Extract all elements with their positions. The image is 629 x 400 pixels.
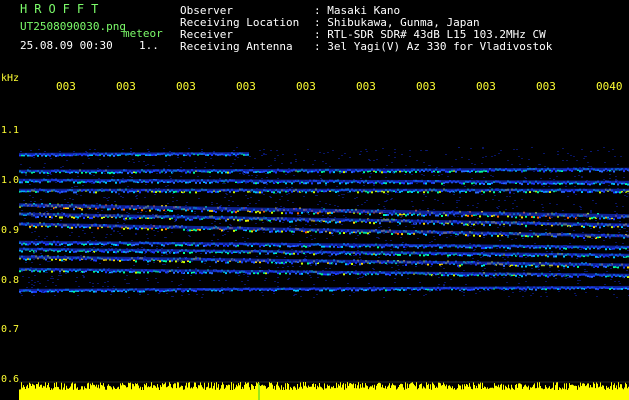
- date-time: 25.08.09 00:30: [20, 39, 113, 52]
- x-tick-1: 003: [56, 80, 76, 93]
- x-tick-7: 003: [416, 80, 436, 93]
- x-tick-2: 003: [116, 80, 136, 93]
- x-tick-6: 003: [356, 80, 376, 93]
- value-antenna: : 3el Yagi(V) Az 330 for Vladivostok: [314, 40, 553, 53]
- file-name: UT2508090030.png: [20, 20, 126, 33]
- x-tick-8: 003: [476, 80, 496, 93]
- count-indicator: 1..: [139, 39, 159, 52]
- y-tick-0-8: 0.8: [1, 275, 20, 286]
- x-tick-9: 003: [536, 80, 556, 93]
- y-tick-0-6: 0.6: [1, 374, 20, 385]
- x-tick-5: 003: [296, 80, 316, 93]
- y-tick-0-9: 0.9: [1, 225, 20, 236]
- x-tick-10: 0040: [596, 80, 623, 93]
- hrofft-screen: HROFFT UT2508090030.png meteor 25.08.09 …: [0, 0, 629, 400]
- x-tick-4: 003: [236, 80, 256, 93]
- label-antenna: Receiving Antenna: [180, 40, 293, 53]
- y-tick-1-0: 1.0: [1, 175, 20, 186]
- brand-title: HROFFT: [20, 2, 106, 16]
- y-tick-1-1: 1.1: [1, 125, 20, 136]
- x-tick-3: 003: [176, 80, 196, 93]
- spectrogram-plot: [19, 97, 629, 400]
- y-tick-0-7: 0.7: [1, 324, 20, 335]
- axis-unit-label: kHz: [1, 73, 20, 84]
